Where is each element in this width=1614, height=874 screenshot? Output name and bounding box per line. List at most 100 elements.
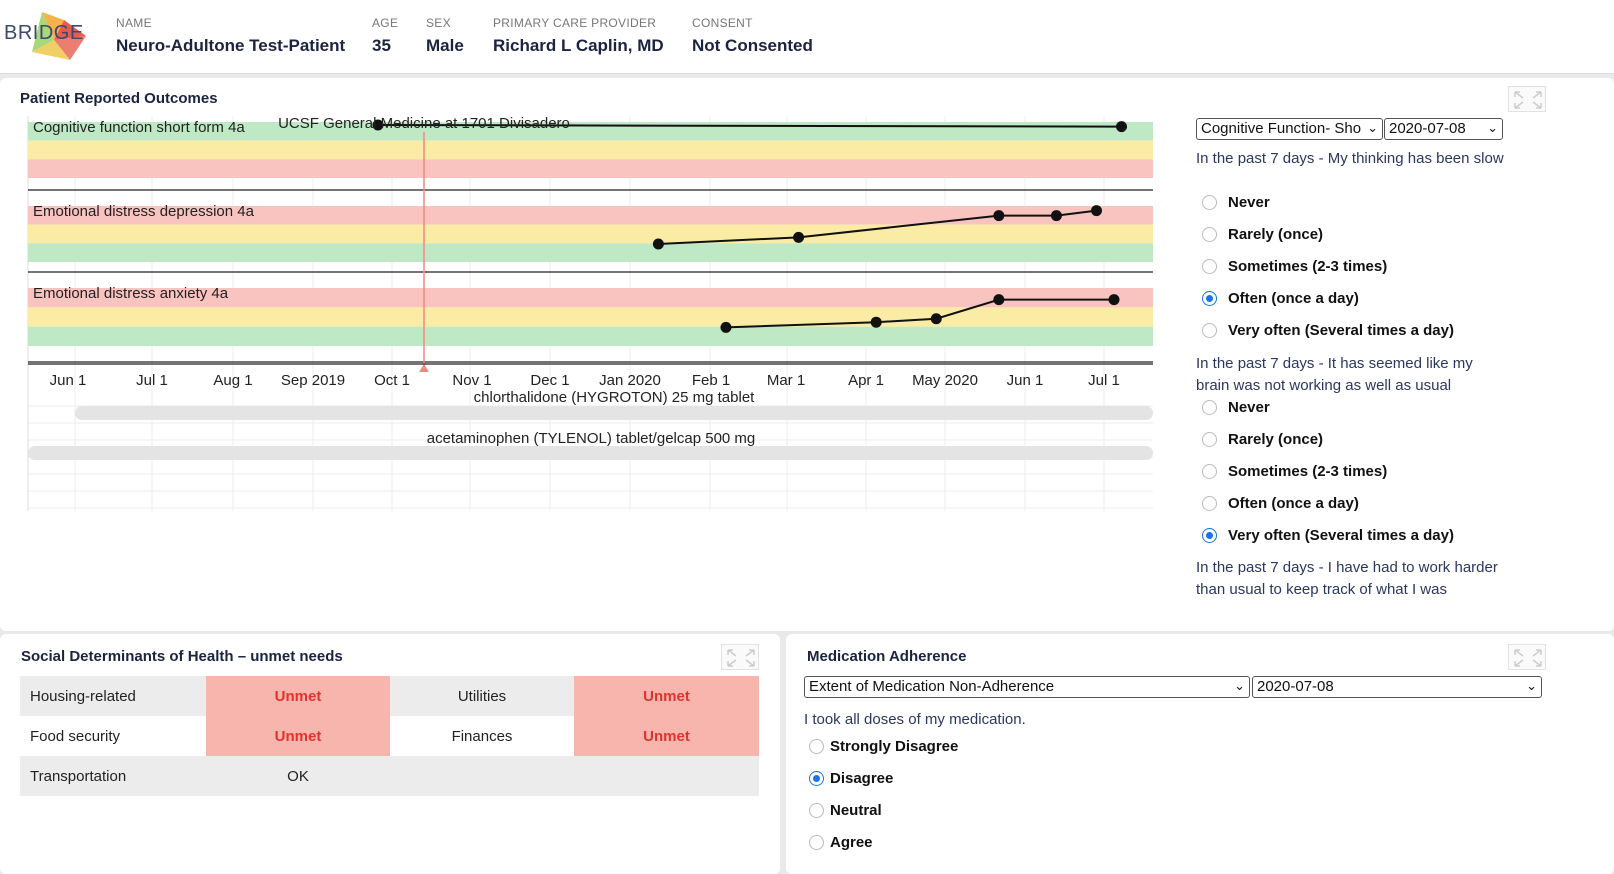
chart-label: Emotional distress anxiety 4a	[33, 285, 229, 302]
adherence-panel-title: Medication Adherence	[807, 648, 967, 665]
sdoh-status: Unmet	[574, 716, 759, 756]
encounter-label: UCSF General Medicine at 1701 Divisadero	[278, 116, 570, 132]
age-field: AGE 35	[372, 16, 398, 56]
x-axis-tick-label: Jul 1	[136, 372, 168, 389]
adherence-date-select[interactable]: 2020-07-08 ⌄	[1252, 676, 1542, 698]
radio-button[interactable]	[809, 771, 824, 786]
table-row: Housing-related Unmet Utilities Unmet	[20, 676, 759, 716]
radio-button[interactable]	[809, 739, 824, 754]
table-row: Transportation OK	[20, 756, 759, 796]
name-value: Neuro-Adultone Test-Patient	[116, 36, 346, 55]
radio-option-label[interactable]: Sometimes (2-3 times)	[1228, 258, 1387, 275]
consent-value: Not Consented	[692, 36, 813, 55]
sdoh-need-label: Food security	[30, 727, 121, 745]
data-point	[993, 210, 1005, 222]
radio-button[interactable]	[1202, 496, 1217, 511]
radio-option-label[interactable]: Very often (Several times a day)	[1228, 322, 1454, 339]
radio-button[interactable]	[1202, 227, 1217, 242]
pcp-field: PRIMARY CARE PROVIDER Richard L Caplin, …	[493, 16, 664, 56]
sdoh-status: Unmet	[206, 676, 390, 716]
data-point	[930, 313, 942, 325]
x-axis-tick-label: Jun 1	[1007, 372, 1044, 389]
pro-timeline-chart: Cognitive function short form 4a Emotiona…	[27, 116, 1153, 511]
score-band-yellow	[28, 224, 1153, 244]
adherence-questionnaire-select[interactable]: Extent of Medication Non-Adherence ⌄	[804, 676, 1250, 698]
radio-option-label[interactable]: Sometimes (2-3 times)	[1228, 463, 1387, 480]
radio-option-label[interactable]: Agree	[830, 834, 873, 851]
radio-option-label[interactable]: Never	[1228, 194, 1270, 211]
radio-button[interactable]	[1202, 259, 1217, 274]
sdoh-panel-title: Social Determinants of Health – unmet ne…	[21, 648, 343, 665]
sex-field: SEX Male	[426, 16, 464, 56]
consent-field: CONSENT Not Consented	[692, 16, 813, 56]
sdoh-expand-button[interactable]	[721, 644, 759, 670]
radio-option-label[interactable]: Never	[1228, 399, 1270, 416]
chevron-down-icon: ⌄	[1367, 120, 1378, 135]
pcp-label: PRIMARY CARE PROVIDER	[493, 16, 657, 30]
adherence-expand-button[interactable]	[1508, 644, 1546, 670]
medication-bar	[75, 406, 1153, 420]
chart-label: Emotional distress depression 4a	[33, 203, 255, 220]
chevron-down-icon: ⌄	[1526, 678, 1537, 693]
sex-value: Male	[426, 36, 464, 55]
expand-icon	[1514, 649, 1542, 667]
data-point	[1050, 210, 1062, 222]
radio-button[interactable]	[1202, 464, 1217, 479]
data-point	[993, 294, 1005, 306]
score-band-green	[28, 326, 1153, 346]
radio-option-label[interactable]: Strongly Disagree	[830, 738, 958, 755]
sdoh-status: OK	[206, 756, 390, 796]
radio-button[interactable]	[809, 803, 824, 818]
x-axis-tick-label: Jun 1	[50, 372, 87, 389]
radio-button[interactable]	[1202, 432, 1217, 447]
questionnaire-question: In the past 7 days - I have had to work …	[1196, 559, 1498, 598]
sdoh-need-label: Finances	[451, 727, 513, 745]
radio-option-label[interactable]: Disagree	[830, 770, 893, 787]
adherence-date-select-value: 2020-07-08	[1257, 678, 1334, 695]
radio-option-label[interactable]: Often (once a day)	[1228, 290, 1359, 307]
radio-button[interactable]	[1202, 291, 1217, 306]
radio-button[interactable]	[1202, 400, 1217, 415]
pcp-value: Richard L Caplin, MD	[493, 36, 664, 55]
sdoh-status: Unmet	[574, 676, 759, 716]
radio-option-label[interactable]: Often (once a day)	[1228, 495, 1359, 512]
score-band-yellow	[28, 307, 1153, 327]
questionnaire-question: In the past 7 days - My thinking has bee…	[1196, 150, 1504, 167]
name-field: NAME Neuro-Adultone Test-Patient	[116, 16, 345, 56]
sdoh-empty-cell	[390, 756, 574, 796]
radio-option-label[interactable]: Neutral	[830, 802, 882, 819]
sex-label: SEX	[426, 16, 451, 30]
radio-button[interactable]	[1202, 528, 1217, 543]
pro-panel-title: Patient Reported Outcomes	[20, 90, 218, 107]
pro-expand-button[interactable]	[1508, 86, 1546, 112]
radio-button[interactable]	[809, 835, 824, 850]
score-band-red	[28, 159, 1153, 178]
radio-button[interactable]	[1202, 323, 1217, 338]
pro-date-select[interactable]: 2020-07-08 ⌄	[1384, 118, 1503, 140]
data-point	[793, 231, 805, 243]
expand-icon	[1514, 91, 1542, 109]
medication-bar	[28, 446, 1153, 460]
sdoh-table: Housing-related Unmet Utilities Unmet Fo…	[20, 676, 759, 796]
x-axis-tick-label: Feb 1	[692, 372, 730, 389]
data-point	[870, 316, 882, 328]
x-axis-tick-label: Jan 2020	[599, 372, 661, 389]
data-point	[1108, 294, 1120, 306]
x-axis-tick-label: Sep 2019	[281, 372, 345, 389]
questionnaire-select[interactable]: Cognitive Function- Sho ⌄	[1196, 118, 1383, 140]
sdoh-need-label: Utilities	[390, 676, 574, 716]
radio-option-label[interactable]: Rarely (once)	[1228, 431, 1323, 448]
sdoh-status: Unmet	[206, 716, 390, 756]
data-point	[1090, 205, 1102, 217]
score-band-yellow	[28, 140, 1153, 160]
x-axis-tick-label: May 2020	[912, 372, 978, 389]
radio-option-label[interactable]: Rarely (once)	[1228, 226, 1323, 243]
radio-option-label[interactable]: Very often (Several times a day)	[1228, 527, 1454, 544]
x-axis-tick-label: Mar 1	[767, 372, 805, 389]
name-label: NAME	[116, 16, 152, 30]
age-value: 35	[372, 36, 391, 55]
sdoh-need-label: Housing-related	[20, 676, 206, 716]
table-row: Food security Unmet Finances Unmet	[20, 716, 759, 756]
radio-button[interactable]	[1202, 195, 1217, 210]
pro-panel: Patient Reported Outcomes Cognitive func…	[0, 78, 1614, 631]
